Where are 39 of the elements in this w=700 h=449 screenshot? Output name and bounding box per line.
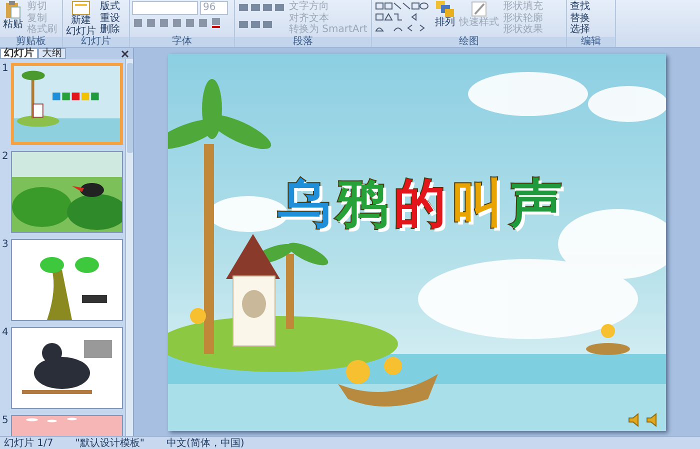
status-text: 幻灯片 1/7 <box>4 438 54 448</box>
arrange-button[interactable]: 排列 <box>434 1 456 28</box>
group-label: 编辑 <box>567 37 615 47</box>
status-text: "默认设计模板" <box>75 438 144 448</box>
slide-number: 3 <box>2 239 9 252</box>
group-label: 幻灯片 <box>63 37 129 47</box>
group-label: 剪贴板 <box>0 37 62 47</box>
group-label: 段落 <box>235 37 371 47</box>
slide-command[interactable]: 删除 <box>99 24 121 36</box>
panel-tab[interactable]: 幻灯片 <box>0 48 38 59</box>
slide-command[interactable]: 版式 <box>99 1 121 12</box>
font-name-field[interactable] <box>132 1 198 15</box>
group-label: 字体 <box>130 37 234 47</box>
slide-number: 5 <box>2 415 9 428</box>
clipboard-icon <box>5 1 21 19</box>
editing-command[interactable]: 选择 <box>569 24 591 36</box>
slide-number: 4 <box>2 327 9 340</box>
slide-title: 乌鸦的 叫 声 <box>278 172 562 236</box>
slide-thumbnail[interactable] <box>11 415 123 436</box>
slide-thumbnail[interactable] <box>11 327 123 409</box>
slide-number: 1 <box>2 63 9 76</box>
slide-thumbnail[interactable] <box>11 63 123 145</box>
editing-command[interactable]: 查找 <box>569 1 591 12</box>
arrange-icon <box>436 1 454 17</box>
slide-icon <box>72 1 90 15</box>
font-color-icon[interactable] <box>212 18 220 28</box>
slide-thumbnail[interactable] <box>11 151 123 233</box>
slide-command[interactable]: 重设 <box>99 12 121 24</box>
group-label: 绘图 <box>372 37 566 47</box>
close-icon[interactable] <box>121 50 129 58</box>
slide-number: 2 <box>2 151 9 164</box>
slide-thumbnail[interactable] <box>11 239 123 321</box>
scrollbar[interactable] <box>125 59 133 436</box>
paste-button[interactable]: 粘贴 <box>2 1 24 30</box>
panel-tab[interactable]: 大纲 <box>38 48 66 59</box>
status-text: 中文(简体，中国) <box>166 438 244 448</box>
brush-icon <box>471 1 487 17</box>
new-slide-button[interactable]: 新建 幻灯片 <box>65 1 97 37</box>
editing-command[interactable]: 替换 <box>569 12 591 24</box>
